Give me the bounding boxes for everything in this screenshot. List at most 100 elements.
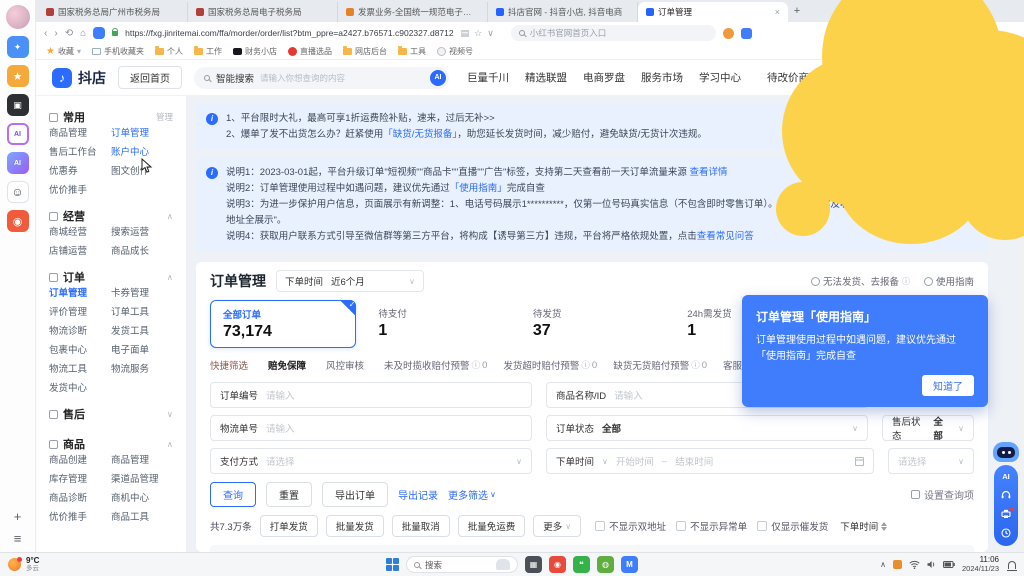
dock-icon[interactable]: AI: [7, 152, 29, 174]
sidebar-group-header[interactable]: 商品 ∧: [49, 433, 173, 455]
payment-method-select[interactable]: 支付方式请选择∨: [210, 448, 532, 474]
sidebar-item[interactable]: 电子面单: [111, 345, 173, 357]
batch-button[interactable]: 批量发货: [326, 515, 384, 537]
sidebar-item[interactable]: 商机中心: [111, 493, 173, 505]
tab-close-icon[interactable]: ×: [775, 7, 780, 17]
query-settings-link[interactable]: 设置查询项: [911, 487, 974, 502]
sidebar-item[interactable]: 搜索运营: [111, 227, 173, 239]
sidebar-item[interactable]: 优价推手: [49, 185, 111, 197]
tracking-number-field[interactable]: 物流单号请输入: [210, 415, 532, 441]
stat-card[interactable]: 全部订单 73,174: [210, 300, 356, 348]
sidebar-item[interactable]: 包裹中心: [49, 345, 111, 357]
filter-tab[interactable]: 赔免保障: [268, 358, 310, 372]
batch-more-button[interactable]: 更多∨: [533, 515, 581, 537]
sidebar-item[interactable]: 优惠券: [49, 166, 111, 178]
taskbar-clock[interactable]: 11:06 2024/11/23: [962, 556, 999, 573]
dock-icon[interactable]: ✦: [7, 36, 29, 58]
notice-link[interactable]: 查看详情: [690, 167, 728, 178]
browser-search-box[interactable]: 小红书官网首页入口: [511, 25, 716, 41]
extension-icon[interactable]: [93, 27, 105, 39]
back-home-button[interactable]: 返回首页: [118, 66, 182, 89]
sidebar-item[interactable]: 物流诊断: [49, 326, 111, 338]
calendar-icon[interactable]: [855, 457, 864, 466]
order-number-field[interactable]: 订单编号请输入: [210, 382, 532, 408]
sidebar-item[interactable]: 订单管理: [49, 288, 111, 300]
pending-price-link[interactable]: 待改价商品 6: [767, 70, 824, 85]
taskbar-app-icon[interactable]: ❝: [573, 556, 590, 573]
query-button[interactable]: 查询: [210, 482, 256, 507]
security-tray-icon[interactable]: [893, 560, 902, 569]
battery-icon[interactable]: [943, 561, 955, 568]
history-icon[interactable]: [723, 28, 734, 39]
print-orders-icon[interactable]: [1001, 509, 1011, 519]
taskbar-app-icon[interactable]: M: [621, 556, 638, 573]
browser-tab[interactable]: 发票业务-全国统一规范电子税...: [338, 2, 488, 22]
bookmark-item[interactable]: 个人: [155, 46, 183, 57]
sidebar-item[interactable]: 卡券管理: [111, 288, 173, 300]
browser-tab[interactable]: 国家税务总局广州市税务局: [38, 2, 188, 22]
sidebar-group-header[interactable]: 订单 ∧: [49, 266, 173, 288]
filter-checkbox[interactable]: 仅显示催发货: [757, 519, 828, 533]
sidebar-item[interactable]: 物流工具: [49, 364, 111, 376]
order-time-select[interactable]: 下单时间 近6个月 ∨: [276, 270, 424, 292]
batch-button[interactable]: 打单发货: [260, 515, 318, 537]
bookmark-item[interactable]: 财务小店: [233, 46, 277, 57]
browser-tab[interactable]: 抖店官网 - 抖音小店, 抖音电商: [488, 2, 638, 22]
sidebar-item[interactable]: 店铺运营: [49, 246, 111, 258]
bookmark-item[interactable]: 工作: [194, 46, 222, 57]
filter-checkbox[interactable]: 不显示异常单: [676, 519, 747, 533]
filter-tab[interactable]: 缺货无货赔付预警ⓘ0: [613, 358, 707, 372]
customer-service-icon[interactable]: [1001, 490, 1011, 500]
batch-button[interactable]: 批量取消: [392, 515, 450, 537]
tray-expand-icon[interactable]: ∧: [880, 560, 886, 569]
dock-icon[interactable]: ★: [7, 65, 29, 87]
sidebar-item[interactable]: 发货中心: [49, 383, 111, 395]
taskbar-app-icon[interactable]: ◍: [597, 556, 614, 573]
cannot-ship-link[interactable]: 无法发货、去报备ⓘ: [811, 274, 910, 288]
sidebar-item[interactable]: 商城经营: [49, 227, 111, 239]
shop-nav-link[interactable]: 学习中心: [699, 70, 741, 85]
notice-link[interactable]: 「使用指南」: [450, 183, 507, 194]
forward-icon[interactable]: ›: [54, 28, 57, 39]
windows-start-icon[interactable]: [386, 558, 399, 571]
home-icon[interactable]: ⌂: [80, 28, 86, 39]
sort-by-order-time[interactable]: 下单时间: [840, 519, 887, 533]
dock-icon[interactable]: AI: [7, 123, 29, 145]
shop-search-box[interactable]: 智能搜索 请输入你想查询的内容 AI: [194, 67, 449, 89]
dock-icon[interactable]: ◉: [7, 210, 29, 232]
back-icon[interactable]: ‹: [44, 28, 47, 39]
url-action-icons[interactable]: ▤☆∨: [461, 28, 494, 39]
sidebar-item[interactable]: 商品管理: [49, 128, 111, 140]
filter-tab[interactable]: 快捷筛选: [210, 358, 252, 372]
user-avatar[interactable]: [6, 5, 30, 29]
volume-icon[interactable]: [927, 560, 936, 569]
sidebar-group-header[interactable]: 经营 ∧: [49, 205, 173, 227]
group-extra[interactable]: ∧: [167, 272, 173, 283]
group-extra[interactable]: 管理: [156, 111, 173, 123]
group-extra[interactable]: ∧: [167, 211, 173, 222]
filter-checkbox[interactable]: 不显示双地址: [595, 519, 666, 533]
wifi-icon[interactable]: [909, 560, 920, 569]
checkbox-icon[interactable]: [595, 521, 605, 531]
order-time-range-field[interactable]: 下单时间∨ 开始时间 – 结束时间: [546, 448, 874, 474]
sidebar-item[interactable]: 订单管理: [111, 128, 173, 140]
notice-link[interactable]: 「缺货/无货报备」: [383, 129, 457, 140]
ai-chat-icon[interactable]: AI: [1002, 472, 1010, 481]
refresh-icon[interactable]: ⟲: [65, 28, 73, 39]
sidebar-item[interactable]: 物流服务: [111, 364, 173, 376]
popup-ok-button[interactable]: 知道了: [922, 375, 974, 396]
sidebar-item[interactable]: 发货工具: [111, 326, 173, 338]
sidebar-item[interactable]: 优价推手: [49, 512, 111, 524]
dock-icon[interactable]: ▣: [7, 94, 29, 116]
sidebar-item[interactable]: 商品管理: [111, 455, 173, 467]
shop-nav-link[interactable]: 服务市场: [641, 70, 683, 85]
url-text[interactable]: https://fxg.jinritemai.com/ffa/morder/or…: [125, 28, 453, 38]
bookmark-item[interactable]: 手机收藏夹: [92, 46, 144, 57]
dock-menu-icon[interactable]: ≡: [14, 531, 22, 546]
bookmark-item[interactable]: 视频号: [437, 46, 473, 57]
shop-logo[interactable]: ♪ 抖店: [52, 68, 106, 88]
order-status-select[interactable]: 订单状态全部∨: [546, 415, 868, 441]
notifications-icon[interactable]: [1008, 561, 1016, 569]
checkbox-icon[interactable]: [757, 521, 767, 531]
apps-icon[interactable]: [741, 28, 752, 39]
